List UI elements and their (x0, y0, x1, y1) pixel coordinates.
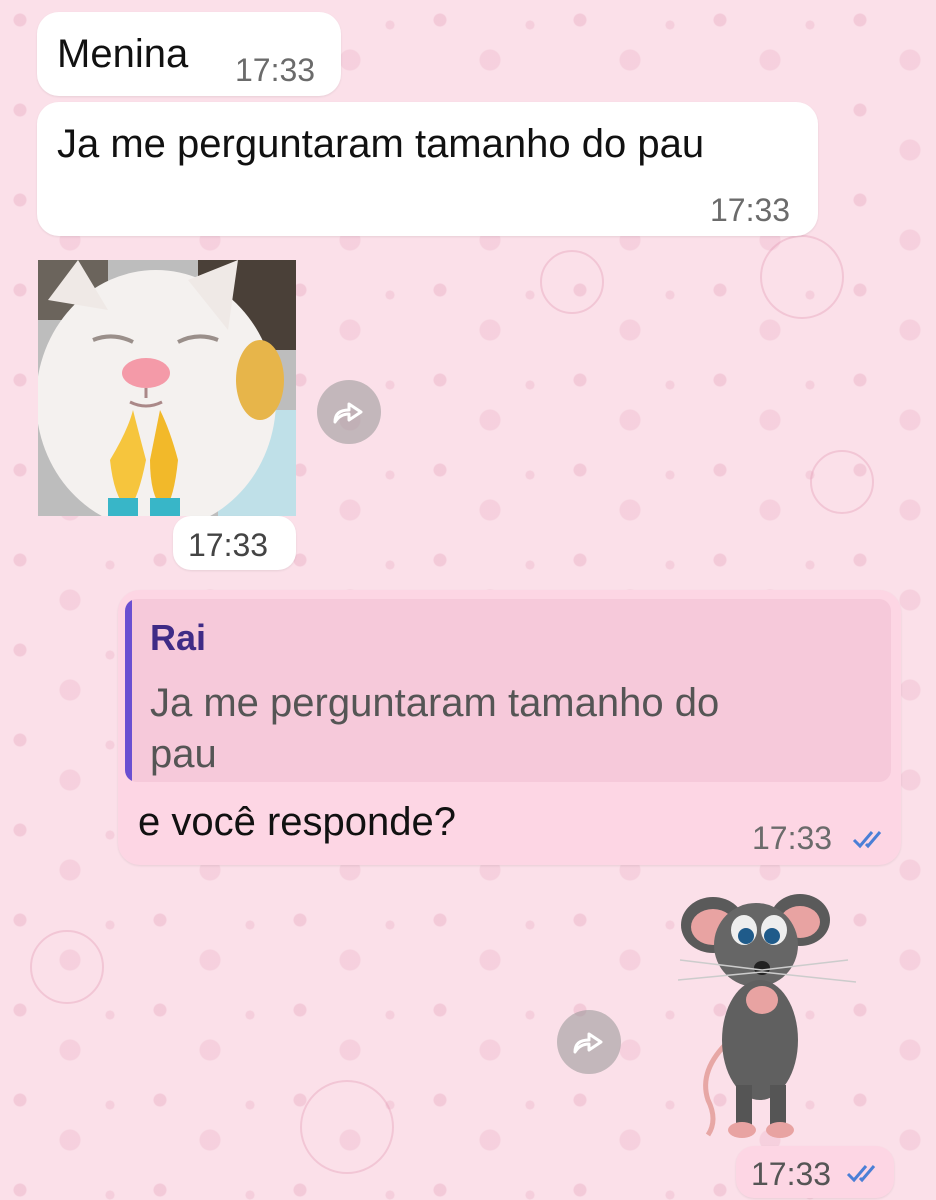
quote-author: Rai (150, 617, 207, 658)
forward-icon (573, 1032, 603, 1054)
quoted-text: Ja me perguntaram tamanho do (150, 681, 720, 725)
background-doodle (30, 930, 104, 1004)
quoted-text: pau (150, 732, 217, 776)
message-time: 17:33 (188, 527, 269, 563)
message-text: Menina (57, 32, 189, 76)
quote-bar (125, 599, 132, 782)
background-doodle (810, 450, 874, 514)
mouse-icon (677, 894, 857, 1138)
message-time: 17:33 (710, 192, 791, 228)
message-time: 17:33 (752, 820, 833, 856)
outgoing-message[interactable]: Rai Ja me perguntaram tamanho do pau e v… (118, 590, 901, 865)
sticker-time-badge: 17:33 (736, 1146, 894, 1198)
mouse-sticker-image[interactable] (677, 890, 860, 1145)
image-time-badge: 17:33 (173, 516, 296, 570)
quoted-message[interactable]: Rai Ja me perguntaram tamanho do pau (125, 599, 891, 782)
background-doodle (300, 1080, 394, 1174)
background-doodle (760, 235, 844, 319)
message-text: e você responde? (138, 800, 457, 844)
forward-button[interactable] (317, 380, 381, 444)
cat-icon (38, 260, 296, 516)
message-time: 17:33 (751, 1156, 832, 1192)
double-check-icon (852, 831, 882, 849)
double-check-icon (846, 1165, 876, 1183)
incoming-message[interactable]: Menina 17:33 (37, 12, 341, 96)
background-doodle (540, 250, 604, 314)
incoming-message[interactable]: Ja me perguntaram tamanho do pau 17:33 (37, 102, 818, 236)
cat-sticker-image[interactable] (38, 260, 296, 516)
message-time: 17:33 (235, 52, 316, 88)
forward-button[interactable] (557, 1010, 621, 1074)
message-text: Ja me perguntaram tamanho do pau (57, 122, 705, 166)
forward-icon (333, 402, 363, 424)
